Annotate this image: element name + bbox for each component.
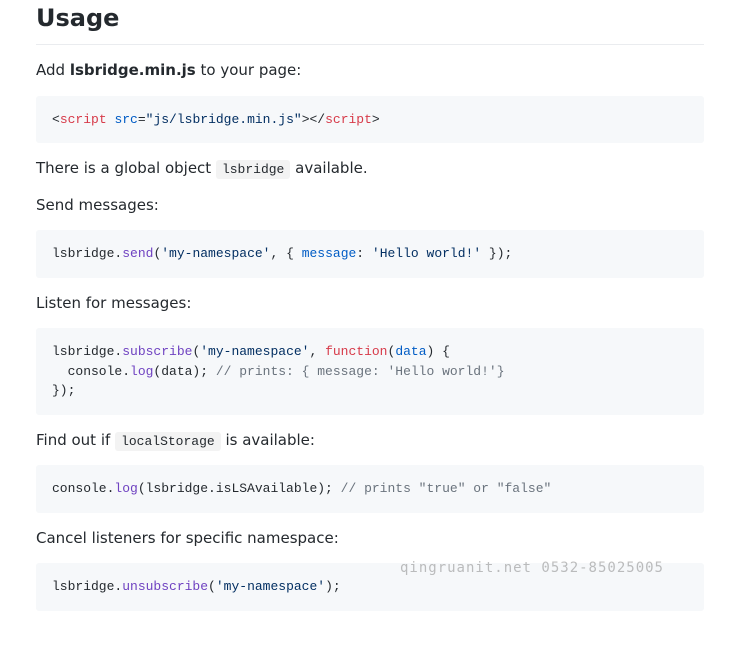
code-token: lsbridge. <box>52 579 122 594</box>
code-block-isavailable: console.log(lsbridge.isLSAvailable); // … <box>36 465 704 513</box>
code-token: , { <box>270 246 301 261</box>
code-token: }); <box>481 246 512 261</box>
code-token: lsbridge. <box>52 246 122 261</box>
code-block-include: <script src="js/lsbridge.min.js"></scrip… <box>36 96 704 144</box>
code-token: log <box>114 481 137 496</box>
section-heading: Usage <box>36 0 704 45</box>
code-token: unsubscribe <box>122 579 208 594</box>
code-token: 'my-namespace' <box>216 579 325 594</box>
text: is available: <box>221 431 315 449</box>
code-token: ) { <box>427 344 450 359</box>
code-token: console. <box>52 364 130 379</box>
code-token: ( <box>208 579 216 594</box>
code-token: lsbridge. <box>52 344 122 359</box>
code-token: 'my-namespace' <box>161 246 270 261</box>
code-token: src <box>114 112 137 127</box>
code-token: (data); <box>153 364 215 379</box>
code-token: 'Hello world!' <box>372 246 481 261</box>
code-token: }); <box>52 383 75 398</box>
global-object-note: There is a global object lsbridge availa… <box>36 157 704 180</box>
text: Add <box>36 61 70 79</box>
code-token: message <box>302 246 357 261</box>
code-token: "js/lsbridge.min.js" <box>146 112 302 127</box>
code-token: 'my-namespace' <box>200 344 309 359</box>
code-token: < <box>52 112 60 127</box>
code-token: = <box>138 112 146 127</box>
code-token: data <box>395 344 426 359</box>
text: available. <box>290 159 367 177</box>
code-block-unsubscribe: lsbridge.unsubscribe('my-namespace'); <box>36 563 704 611</box>
code-block-send: lsbridge.send('my-namespace', { message:… <box>36 230 704 278</box>
code-token: console. <box>52 481 114 496</box>
text: to your page: <box>196 61 302 79</box>
code-token: : <box>356 246 372 261</box>
text: Find out if <box>36 431 115 449</box>
code-token: script <box>325 112 372 127</box>
text: There is a global object <box>36 159 216 177</box>
localstorage-check-label: Find out if localStorage is available: <box>36 429 704 452</box>
filename: lsbridge.min.js <box>70 61 196 79</box>
inline-code-localstorage: localStorage <box>115 432 221 451</box>
code-token: , <box>309 344 325 359</box>
code-token: ></ <box>302 112 325 127</box>
code-token: log <box>130 364 153 379</box>
code-token: (lsbridge.isLSAvailable); <box>138 481 341 496</box>
code-token: > <box>372 112 380 127</box>
intro-add-script: Add lsbridge.min.js to your page: <box>36 59 704 82</box>
code-token: ); <box>325 579 341 594</box>
send-messages-label: Send messages: <box>36 194 704 217</box>
code-token: send <box>122 246 153 261</box>
code-token: subscribe <box>122 344 192 359</box>
code-block-subscribe: lsbridge.subscribe('my-namespace', funct… <box>36 328 704 415</box>
code-token: // prints: { message: 'Hello world!'} <box>216 364 505 379</box>
inline-code-lsbridge: lsbridge <box>216 160 290 179</box>
code-token: function <box>325 344 387 359</box>
listen-messages-label: Listen for messages: <box>36 292 704 315</box>
code-token: // prints "true" or "false" <box>341 481 552 496</box>
cancel-listeners-label: Cancel listeners for specific namespace: <box>36 527 704 550</box>
code-token: script <box>60 112 107 127</box>
